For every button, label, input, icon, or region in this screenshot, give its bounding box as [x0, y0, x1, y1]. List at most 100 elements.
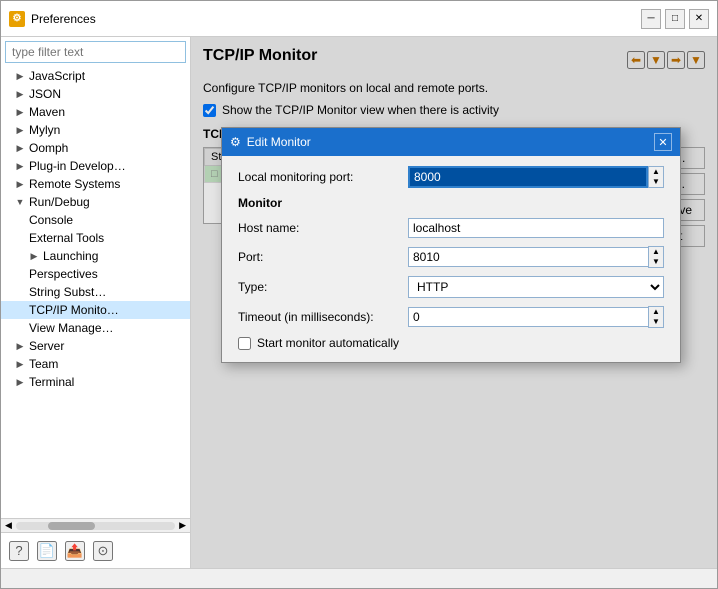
filter-input[interactable] — [5, 41, 186, 63]
apply-button[interactable]: 📤 — [65, 541, 85, 561]
horizontal-scrollbar[interactable]: ◀ ▶ — [1, 518, 190, 532]
sidebar-item-label: TCP/IP Monito… — [29, 303, 119, 317]
help-button[interactable]: ? — [9, 541, 29, 561]
minimize-button[interactable]: ─ — [641, 9, 661, 29]
timeout-input-group: ▲ ▼ — [408, 306, 664, 328]
dialog-title-bar: ⚙ Edit Monitor ✕ — [222, 128, 680, 156]
close-button[interactable]: ✕ — [689, 9, 709, 29]
dialog-close-button[interactable]: ✕ — [654, 133, 672, 151]
dialog-icon: ⚙ — [230, 135, 241, 149]
sidebar-item-label: External Tools — [29, 231, 104, 245]
sidebar-item-oomph[interactable]: ▶ Oomph — [1, 139, 190, 157]
title-bar-controls: ─ □ ✕ — [641, 9, 709, 29]
sidebar-item-label: Launching — [43, 249, 98, 263]
sidebar-item-label: Console — [29, 213, 73, 227]
sidebar-item-label: View Manage… — [29, 321, 114, 335]
sidebar-item-team[interactable]: ▶ Team — [1, 355, 190, 373]
host-name-label: Host name: — [238, 221, 408, 235]
sidebar-item-label: Team — [29, 357, 58, 371]
expand-arrow: ▶ — [15, 89, 25, 99]
scroll-track[interactable] — [16, 522, 175, 530]
settings-button[interactable]: ⊙ — [93, 541, 113, 561]
sidebar-item-label: JavaScript — [29, 69, 85, 83]
sidebar-item-perspectives[interactable]: Perspectives — [1, 265, 190, 283]
sidebar-item-label: Maven — [29, 105, 65, 119]
host-name-row: Host name: — [238, 218, 664, 238]
sidebar-item-mylyn[interactable]: ▶ Mylyn — [1, 121, 190, 139]
maximize-button[interactable]: □ — [665, 9, 685, 29]
port-spin: ▲ ▼ — [648, 246, 664, 268]
sidebar-item-console[interactable]: Console — [1, 211, 190, 229]
host-name-input[interactable] — [408, 218, 664, 238]
sidebar-item-javascript[interactable]: ▶ JavaScript — [1, 67, 190, 85]
type-label: Type: — [238, 280, 408, 294]
sidebar-item-maven[interactable]: ▶ Maven — [1, 103, 190, 121]
type-select[interactable]: HTTP HTTPS — [408, 276, 664, 298]
dialog-body: Local monitoring port: ▲ ▼ Monitor — [222, 156, 680, 362]
sidebar-item-label: Terminal — [29, 375, 74, 389]
sidebar-item-json[interactable]: ▶ JSON — [1, 85, 190, 103]
sidebar-item-label: Mylyn — [29, 123, 60, 137]
dialog-title-left: ⚙ Edit Monitor — [230, 135, 311, 149]
preferences-window: ⚙ Preferences ─ □ ✕ ▶ JavaScript ▶ JSON — [0, 0, 718, 589]
spin-down-btn[interactable]: ▼ — [649, 257, 663, 267]
sidebar-item-remote-systems[interactable]: ▶ Remote Systems — [1, 175, 190, 193]
sidebar-item-tcpip-monitor[interactable]: TCP/IP Monito… — [1, 301, 190, 319]
scroll-left-btn[interactable]: ◀ — [5, 520, 12, 531]
expand-arrow: ▶ — [15, 125, 25, 135]
sidebar-item-label: Server — [29, 339, 64, 353]
sidebar-item-external-tools[interactable]: External Tools — [1, 229, 190, 247]
port-input-group: ▲ ▼ — [408, 246, 664, 268]
scroll-right-btn[interactable]: ▶ — [179, 520, 186, 531]
preferences-icon: ⚙ — [9, 11, 25, 27]
status-bar — [1, 568, 717, 588]
auto-start-checkbox[interactable] — [238, 337, 251, 350]
spin-up-btn[interactable]: ▲ — [649, 307, 663, 317]
auto-start-row: Start monitor automatically — [238, 336, 664, 350]
spin-up-btn[interactable]: ▲ — [649, 167, 663, 177]
title-bar: ⚙ Preferences ─ □ ✕ — [1, 1, 717, 37]
expand-arrow: ▶ — [15, 179, 25, 189]
sidebar-item-view-manager[interactable]: View Manage… — [1, 319, 190, 337]
sidebar-item-label: Remote Systems — [29, 177, 120, 191]
timeout-row: Timeout (in milliseconds): ▲ ▼ — [238, 306, 664, 328]
sidebar-item-label: Run/Debug — [29, 195, 90, 209]
type-row: Type: HTTP HTTPS — [238, 276, 664, 298]
timeout-input[interactable] — [408, 307, 648, 327]
sidebar-item-label: String Subst… — [29, 285, 106, 299]
sidebar-item-terminal[interactable]: ▶ Terminal — [1, 373, 190, 391]
sidebar-item-label: Plug-in Develop… — [29, 159, 126, 173]
sidebar-item-plugin-dev[interactable]: ▶ Plug-in Develop… — [1, 157, 190, 175]
local-port-input[interactable] — [408, 166, 648, 188]
local-port-row: Local monitoring port: ▲ ▼ — [238, 166, 664, 188]
port-row: Port: ▲ ▼ — [238, 246, 664, 268]
scroll-thumb — [48, 522, 96, 530]
expand-arrow: ▶ — [15, 71, 25, 81]
expand-arrow: ▶ — [15, 341, 25, 351]
local-port-spin: ▲ ▼ — [648, 166, 664, 188]
sidebar-item-launching[interactable]: ▶ Launching — [1, 247, 190, 265]
sidebar-item-run-debug[interactable]: ▼ Run/Debug — [1, 193, 190, 211]
tree-view: ▶ JavaScript ▶ JSON ▶ Maven ▶ Mylyn ▶ — [1, 67, 190, 518]
spin-down-btn[interactable]: ▼ — [649, 177, 663, 187]
expand-arrow: ▶ — [15, 377, 25, 387]
title-bar-left: ⚙ Preferences — [9, 11, 96, 27]
local-port-input-group: ▲ ▼ — [408, 166, 664, 188]
spin-up-btn[interactable]: ▲ — [649, 247, 663, 257]
spin-down-btn[interactable]: ▼ — [649, 317, 663, 327]
window-title: Preferences — [31, 12, 96, 26]
expand-arrow: ▶ — [15, 107, 25, 117]
sidebar-item-label: Perspectives — [29, 267, 98, 281]
expand-arrow: ▶ — [15, 359, 25, 369]
sidebar-item-server[interactable]: ▶ Server — [1, 337, 190, 355]
expand-arrow: ▼ — [15, 197, 25, 207]
timeout-label: Timeout (in milliseconds): — [238, 310, 408, 324]
sidebar-item-string-subst[interactable]: String Subst… — [1, 283, 190, 301]
expand-arrow: ▶ — [29, 251, 39, 261]
restore-defaults-button[interactable]: 📄 — [37, 541, 57, 561]
port-input[interactable] — [408, 247, 648, 267]
expand-arrow: ▶ — [15, 161, 25, 171]
sidebar-bottom-toolbar: ? 📄 📤 ⊙ — [1, 532, 190, 568]
dialog-title: Edit Monitor — [247, 135, 311, 149]
edit-monitor-dialog: ⚙ Edit Monitor ✕ Local monitoring port: — [221, 127, 681, 363]
